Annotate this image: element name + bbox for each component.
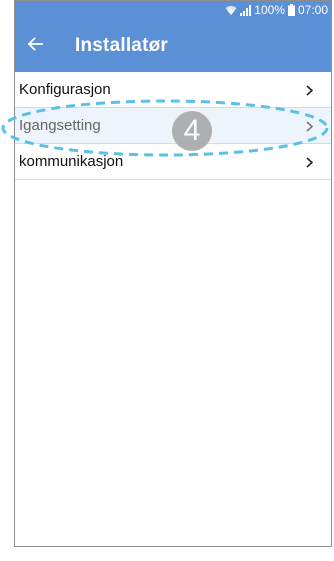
clock: 07:00	[297, 3, 328, 17]
page-title: Installatør	[75, 35, 168, 56]
menu-item-konfigurasjon[interactable]: Konfigurasjon	[15, 72, 331, 108]
battery-icon	[287, 4, 295, 16]
status-right: 100% 07:00	[225, 3, 328, 17]
wifi-icon	[225, 5, 237, 16]
step-badge: 4	[172, 111, 212, 151]
menu-item-label: Konfigurasjon	[19, 81, 111, 98]
arrow-left-icon	[27, 36, 43, 56]
menu-item-label: kommunikasjon	[19, 153, 124, 170]
status-bar: 100% 07:00	[15, 1, 331, 20]
app-bar: Installatør	[15, 20, 331, 72]
chevron-right-icon	[306, 155, 314, 173]
phone-screen: 100% 07:00 Installatør Konfigurasjon Iga…	[14, 0, 332, 547]
back-button[interactable]	[19, 30, 51, 62]
battery-percent: 100%	[254, 3, 285, 17]
menu-item-kommunikasjon[interactable]: kommunikasjon	[15, 144, 331, 180]
chevron-right-icon	[306, 119, 314, 137]
chevron-right-icon	[306, 83, 314, 101]
menu-item-label: Igangsetting	[19, 117, 101, 134]
signal-icon	[240, 4, 252, 16]
